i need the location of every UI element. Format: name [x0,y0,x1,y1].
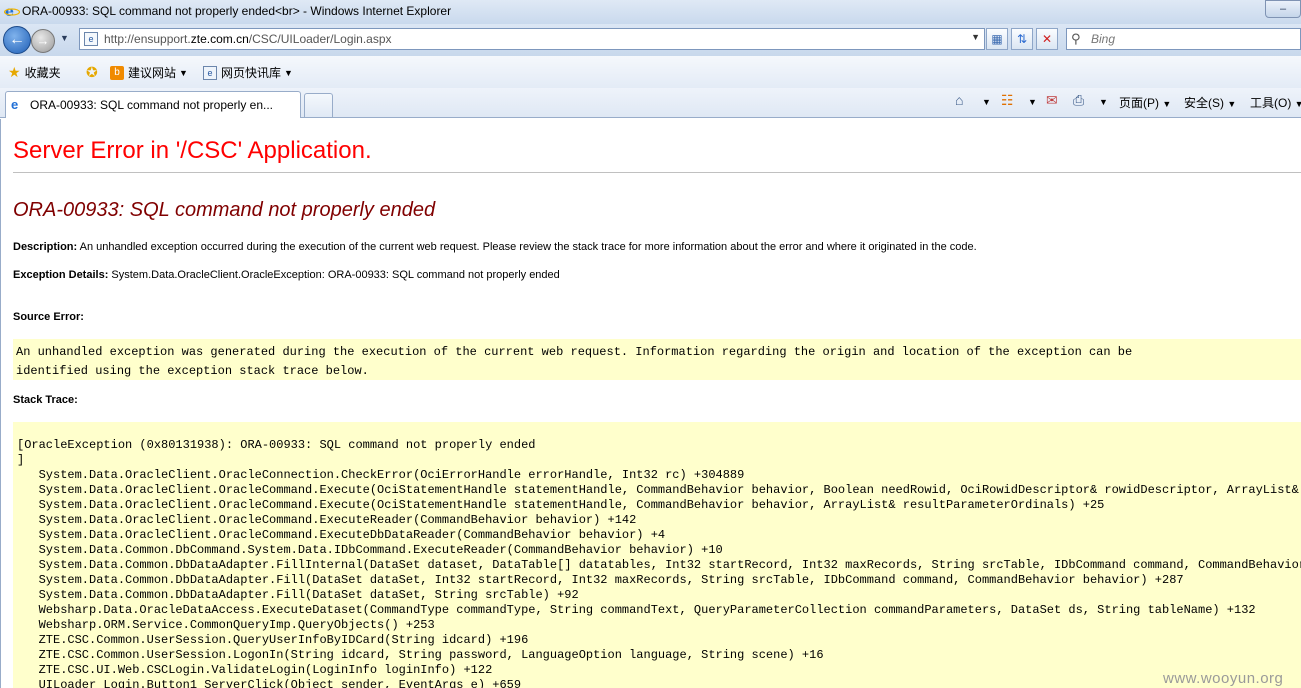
exception-details-line: Exception Details: System.Data.OracleCli… [13,269,560,281]
exception-details-label: Exception Details: [13,269,109,281]
url-text: http://ensupport.zte.com.cn/CSC/UILoader… [104,32,392,46]
window-title: ORA-00933: SQL command not properly ende… [22,4,452,18]
favorites-label: 收藏夹 [24,66,61,80]
page-content: Server Error in '/CSC' Application. ORA-… [0,119,1301,688]
window-controls: – [1265,0,1301,20]
add-favorite-icon: ✪ [86,64,98,80]
web-slice-icon: e [203,65,217,80]
tab-page-icon: e [11,97,19,112]
stack-trace-line: ] [17,453,25,467]
window-titlebar: e ORA-00933: SQL command not properly en… [0,0,1301,24]
feeds-dropdown-icon[interactable]: ▼ [1028,97,1037,107]
tab-label: ORA-00933: SQL command not properly en..… [30,98,274,112]
stack-trace-label: Stack Trace: [13,394,78,406]
suggested-sites-label: 建议网站 [128,66,177,80]
home-dropdown-icon[interactable]: ▼ [982,97,991,107]
suggested-sites-icon: b [110,65,124,80]
source-error-label: Source Error: [13,311,84,323]
web-slice-label: 网页快讯库 [221,66,282,80]
stack-trace-line: System.Data.OracleClient.OracleCommand.E… [17,483,1301,497]
url-dropdown-icon[interactable]: ▼ [971,32,980,42]
feeds-icon[interactable]: ☷ [1001,92,1014,109]
search-placeholder: Bing [1091,32,1116,46]
stack-trace-line: System.Data.OracleClient.OracleConnectio… [17,468,745,482]
stack-trace-line: System.Data.Common.DbDataAdapter.Fill(Da… [17,588,579,602]
suggested-sites-button[interactable]: b 建议网站 ▼ [110,64,188,81]
web-slice-gallery-button[interactable]: e 网页快讯库 ▼ [203,64,293,81]
stack-trace-line: System.Data.Common.DbDataAdapter.FillInt… [17,558,1301,572]
favorites-bar: ★ 收藏夹 ✪ b 建议网站 ▼ e 网页快讯库 ▼ [0,56,1301,88]
address-bar: ← → ▼ e http://ensupport.zte.com.cn/CSC/… [0,24,1301,56]
safety-menu[interactable]: 安全(S) ▼ [1184,94,1236,111]
compatibility-view-button[interactable]: ▦ [986,28,1008,50]
stack-trace-line: System.Data.OracleClient.OracleCommand.E… [17,528,666,542]
source-error-box: An unhandled exception was generated dur… [13,339,1301,380]
stack-trace-line: System.Data.Common.DbCommand.System.Data… [17,543,723,557]
print-dropdown-icon[interactable]: ▼ [1099,97,1108,107]
favorites-star-icon: ★ [8,64,21,80]
back-button[interactable]: ← [3,26,31,54]
chevron-down-icon: ▼ [284,67,293,78]
url-input[interactable]: e http://ensupport.zte.com.cn/CSC/UILoad… [79,28,985,50]
source-error-line: An unhandled exception was generated dur… [16,345,1133,359]
stack-trace-line: [OracleException (0x80131938): ORA-00933… [17,438,536,452]
print-icon[interactable]: ⎙ [1073,92,1084,109]
forward-button[interactable]: → [31,29,55,53]
refresh-icon: ⇅ [1016,32,1028,46]
stack-trace-line: Websharp.ORM.Service.CommonQueryImp.Quer… [17,618,435,632]
exception-details-text: System.Data.OracleClient.OracleException… [108,269,560,281]
tools-menu[interactable]: 工具(O) ▼ [1250,94,1301,111]
minimize-button[interactable]: – [1265,0,1301,18]
source-error-line: identified using the exception stack tra… [16,364,369,378]
chevron-down-icon: ▼ [179,67,188,78]
stack-trace-line: UILoader_Login.Button1_ServerClick(Objec… [17,678,522,688]
ie-logo-icon: e [3,3,21,20]
mail-icon[interactable]: ✉ [1046,92,1058,109]
stack-trace-line: System.Data.OracleClient.OracleCommand.E… [17,498,1105,512]
page-title: Server Error in '/CSC' Application. [13,137,372,164]
stop-icon: ✕ [1041,32,1053,46]
page-icon: e [84,32,98,46]
compatibility-icon: ▦ [991,32,1003,46]
search-icon: ⚲ [1071,31,1081,46]
stop-button[interactable]: ✕ [1036,28,1058,50]
description-label: Description: [13,241,78,253]
stack-trace-line: ZTE.CSC.Common.UserSession.LogonIn(Strin… [17,648,824,662]
description-text: An unhandled exception occurred during t… [77,241,977,253]
watermark-text: www.wooyun.org [1163,670,1284,687]
stack-trace-line: ZTE.CSC.UI.Web.CSCLogin.ValidateLogin(Lo… [17,663,493,677]
stack-trace-box: [OracleException (0x80131938): ORA-00933… [13,422,1301,688]
stack-trace-line: ZTE.CSC.Common.UserSession.QueryUserInfo… [17,633,529,647]
search-input[interactable]: ⚲ Bing [1066,28,1301,50]
error-message: ORA-00933: SQL command not properly ende… [13,199,436,221]
tab-active[interactable]: e ORA-00933: SQL command not properly en… [5,91,301,118]
add-to-favorites-bar-button[interactable]: ✪ [86,64,102,81]
refresh-button[interactable]: ⇅ [1011,28,1033,50]
description-line: Description: An unhandled exception occu… [13,241,977,253]
history-dropdown-icon[interactable]: ▼ [60,33,69,43]
tab-bar: e ORA-00933: SQL command not properly en… [0,88,1301,118]
new-tab-button[interactable] [304,93,333,117]
stack-trace-line: Websharp.Data.OracleDataAccess.ExecuteDa… [17,603,1256,617]
divider [13,172,1301,173]
page-menu[interactable]: 页面(P) ▼ [1119,94,1171,111]
svg-text:e: e [5,4,14,19]
favorites-button[interactable]: ★ 收藏夹 [8,64,61,81]
stack-trace-line: System.Data.Common.DbDataAdapter.Fill(Da… [17,573,1184,587]
home-icon[interactable]: ⌂ [955,92,963,108]
stack-trace-line: System.Data.OracleClient.OracleCommand.E… [17,513,637,527]
